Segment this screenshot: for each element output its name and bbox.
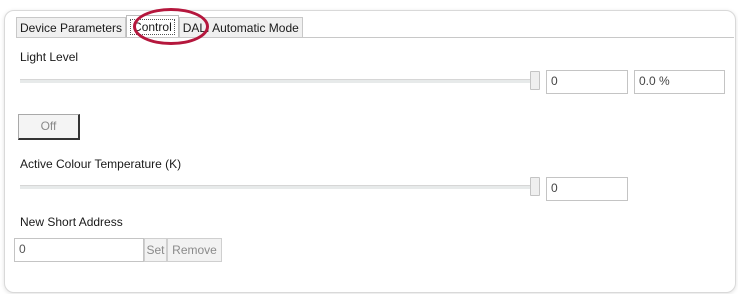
light-level-slider-thumb[interactable] xyxy=(530,71,540,90)
tab-device-parameters[interactable]: Device Parameters xyxy=(16,17,127,37)
short-address-label: New Short Address xyxy=(20,215,123,229)
remove-address-button[interactable]: Remove xyxy=(167,238,222,262)
tab-control[interactable]: Control xyxy=(126,15,179,37)
set-address-button[interactable]: Set xyxy=(144,238,167,262)
light-level-percent-field[interactable]: 0.0 % xyxy=(634,70,725,94)
colour-temperature-slider-track[interactable] xyxy=(20,185,540,189)
light-off-button[interactable]: Off xyxy=(18,114,80,140)
light-level-value-field[interactable]: 0 xyxy=(546,70,628,94)
light-level-slider-track[interactable] xyxy=(20,79,540,83)
tab-control-label: Control xyxy=(130,19,175,35)
tab-panel-border xyxy=(16,37,734,38)
tab-dali-automatic-mode-label: DALI Automatic Mode xyxy=(182,21,299,35)
short-address-input[interactable]: 0 xyxy=(14,238,144,262)
tab-strip: Device Parameters Control DALI Automatic… xyxy=(16,15,303,37)
colour-temperature-slider-thumb[interactable] xyxy=(530,177,540,196)
tab-dali-automatic-mode[interactable]: DALI Automatic Mode xyxy=(178,17,303,37)
colour-temperature-value-field[interactable]: 0 xyxy=(546,177,628,201)
light-level-label: Light Level xyxy=(20,50,79,64)
colour-temperature-label: Active Colour Temperature (K) xyxy=(20,157,182,171)
tab-device-parameters-label: Device Parameters xyxy=(20,21,123,35)
